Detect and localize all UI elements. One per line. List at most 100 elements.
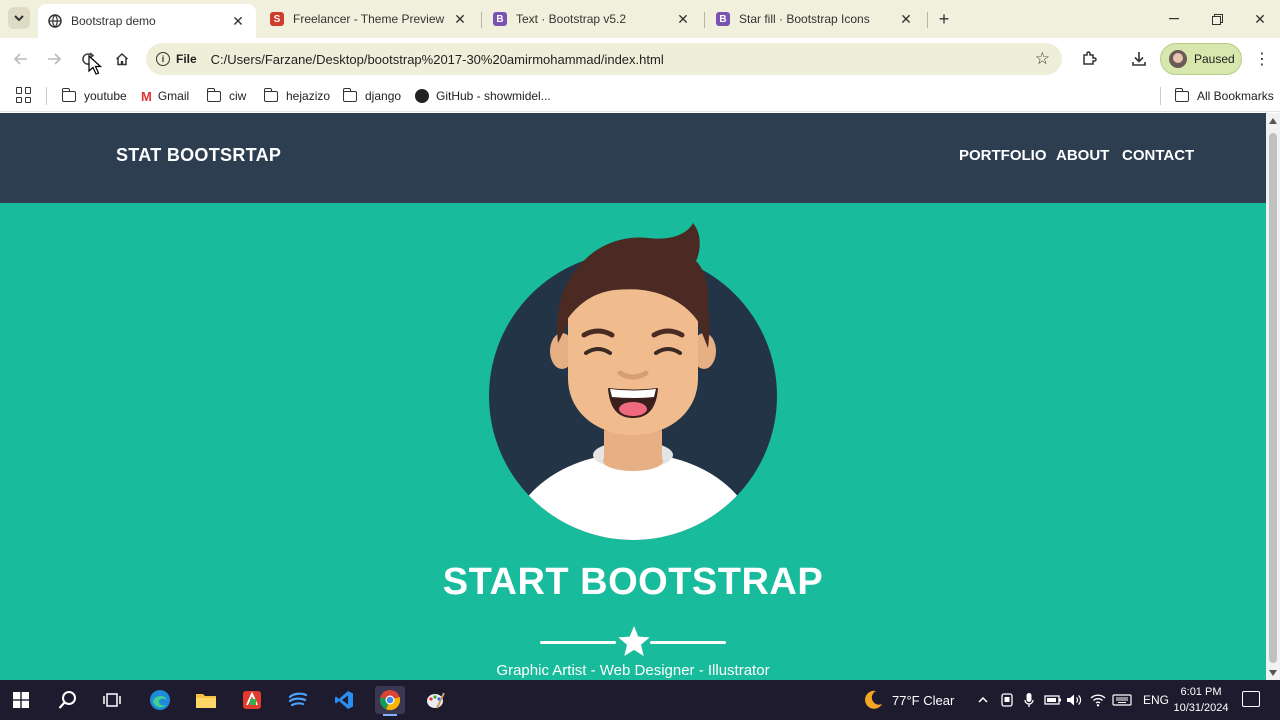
close-window-icon[interactable]: ✕ — [1245, 7, 1275, 31]
forward-arrow-icon[interactable] — [42, 47, 66, 71]
notification-icon[interactable] — [1242, 691, 1260, 707]
tab-freelancer[interactable]: S Freelancer - Theme Preview - St ✕ — [260, 4, 478, 34]
all-bookmarks[interactable]: All Bookmarks — [1174, 86, 1274, 106]
gmail-icon: M — [141, 88, 152, 104]
nav-link-about[interactable]: ABOUT — [1056, 147, 1109, 164]
nav-link-portfolio[interactable]: PORTFOLIO — [959, 147, 1047, 164]
new-tab-icon[interactable]: + — [934, 9, 954, 29]
close-tab-icon[interactable]: ✕ — [452, 11, 468, 27]
address-bar[interactable]: i File C:/Users/Farzane/Desktop/bootstra… — [146, 43, 1062, 75]
bookmark-label: django — [365, 89, 402, 103]
avatar-illustration — [489, 223, 777, 540]
tab-star-fill[interactable]: B Star fill · Bootstrap Icons ✕ — [706, 4, 924, 34]
bookmark-django[interactable]: django — [342, 86, 402, 106]
app-icon[interactable] — [237, 686, 267, 714]
vscode-icon[interactable] — [329, 686, 359, 714]
close-tab-icon[interactable]: ✕ — [898, 11, 914, 27]
bookmark-youtube[interactable]: youtube — [61, 86, 127, 106]
chevron-down-icon — [14, 14, 24, 21]
folder-icon — [206, 87, 221, 102]
app-icon[interactable] — [283, 686, 313, 714]
url-text[interactable]: C:/Users/Farzane/Desktop/bootstrap%2017-… — [211, 52, 664, 67]
language-indicator[interactable]: ENG — [1143, 680, 1169, 720]
s-logo-icon: S — [270, 12, 284, 26]
apps-grid-icon[interactable] — [16, 87, 32, 103]
weather-widget[interactable]: 77°F Clear — [862, 680, 954, 720]
bookmarks-bar: youtube M Gmail ciw hejazizo django GitH… — [0, 80, 1280, 112]
page-scrollbar[interactable] — [1266, 113, 1280, 680]
mouse-cursor-icon — [88, 55, 102, 75]
microphone-icon[interactable] — [1024, 680, 1034, 720]
site-info-icon[interactable]: i — [156, 52, 170, 66]
tab-separator — [704, 12, 705, 28]
home-icon[interactable] — [110, 47, 134, 71]
tab-strip: Bootstrap demo ✕ S Freelancer - Theme Pr… — [0, 0, 1280, 38]
tray-app-icon[interactable] — [1001, 680, 1013, 720]
bootstrap-icon: B — [493, 12, 507, 26]
folder-icon — [61, 87, 76, 102]
bookmark-label: youtube — [84, 89, 127, 103]
restore-icon[interactable] — [1202, 7, 1232, 31]
back-arrow-icon[interactable] — [9, 47, 33, 71]
chrome-icon[interactable] — [375, 686, 405, 716]
weather-text: 77°F Clear — [892, 692, 955, 708]
scheme-label: File — [176, 52, 197, 66]
language-text: ENG — [1143, 693, 1170, 707]
minimize-icon[interactable] — [1159, 7, 1189, 31]
tab-bootstrap-demo[interactable]: Bootstrap demo ✕ — [38, 4, 256, 38]
battery-icon[interactable] — [1044, 680, 1062, 720]
volume-icon[interactable] — [1066, 680, 1082, 720]
wifi-icon[interactable] — [1090, 680, 1106, 720]
tab-text-bootstrap[interactable]: B Text · Bootstrap v5.2 ✕ — [483, 4, 701, 34]
scroll-thumb[interactable] — [1269, 133, 1277, 663]
folder-icon — [342, 87, 357, 102]
menu-kebab-icon[interactable]: ⋮ — [1252, 49, 1272, 69]
extensions-icon[interactable] — [1077, 47, 1101, 71]
divider-line — [650, 641, 726, 644]
divider-line — [540, 641, 616, 644]
close-tab-icon[interactable]: ✕ — [675, 11, 691, 27]
profile-button[interactable]: Paused — [1160, 43, 1242, 75]
folder-icon — [1174, 87, 1189, 102]
scroll-up-icon[interactable] — [1269, 118, 1277, 124]
hero-title: START BOOTSTRAP — [442, 561, 824, 603]
navbar-brand[interactable]: STAT BOOTSRTAP — [116, 145, 281, 166]
tab-title: Star fill · Bootstrap Icons — [739, 12, 870, 26]
star-icon — [618, 626, 650, 656]
tab-search-button[interactable] — [8, 7, 30, 29]
bookmark-label: Gmail — [157, 89, 190, 103]
bookmark-label: hejazizo — [286, 89, 331, 103]
clock-time: 6:01 PM — [1180, 686, 1222, 698]
folder-icon — [263, 87, 278, 102]
file-explorer-icon[interactable] — [191, 686, 221, 714]
site-navbar: STAT BOOTSRTAP PORTFOLIO ABOUT CONTACT — [0, 113, 1266, 203]
keyboard-icon[interactable] — [1112, 680, 1132, 720]
bookmark-hejazizo[interactable]: hejazizo — [263, 86, 331, 106]
search-icon[interactable] — [53, 686, 83, 714]
avatar — [1169, 50, 1187, 68]
profile-status: Paused — [1194, 52, 1235, 66]
bookmark-star-icon[interactable]: ☆ — [1035, 49, 1050, 69]
bookmark-label: ciw — [229, 89, 247, 103]
bookmark-ciw[interactable]: ciw — [206, 86, 247, 106]
bookmark-github[interactable]: GitHub - showmidel... — [415, 86, 551, 106]
tab-title: Bootstrap demo — [71, 14, 156, 28]
bookmark-label: GitHub - showmidel... — [436, 89, 551, 103]
bookmarks-separator — [46, 87, 47, 105]
globe-icon — [48, 14, 62, 28]
scroll-down-icon[interactable] — [1269, 670, 1277, 676]
bookmark-label: All Bookmarks — [1197, 89, 1274, 103]
paint-icon[interactable] — [420, 686, 450, 714]
nav-link-contact[interactable]: CONTACT — [1122, 147, 1194, 164]
task-view-icon[interactable] — [97, 686, 127, 714]
close-tab-icon[interactable]: ✕ — [230, 13, 246, 29]
tab-separator — [481, 12, 482, 28]
tray-chevron-icon[interactable] — [978, 680, 988, 720]
edge-icon[interactable] — [145, 686, 175, 714]
system-clock[interactable]: 6:01 PM 10/31/2024 — [1172, 684, 1230, 716]
browser-toolbar: i File C:/Users/Farzane/Desktop/bootstra… — [0, 38, 1280, 80]
windows-taskbar: 77°F Clear ENG 6:01 PM 10/31/2024 — [0, 680, 1280, 720]
download-icon[interactable] — [1127, 47, 1151, 71]
windows-start-icon[interactable] — [6, 686, 36, 714]
bookmark-gmail[interactable]: M Gmail — [141, 86, 189, 106]
